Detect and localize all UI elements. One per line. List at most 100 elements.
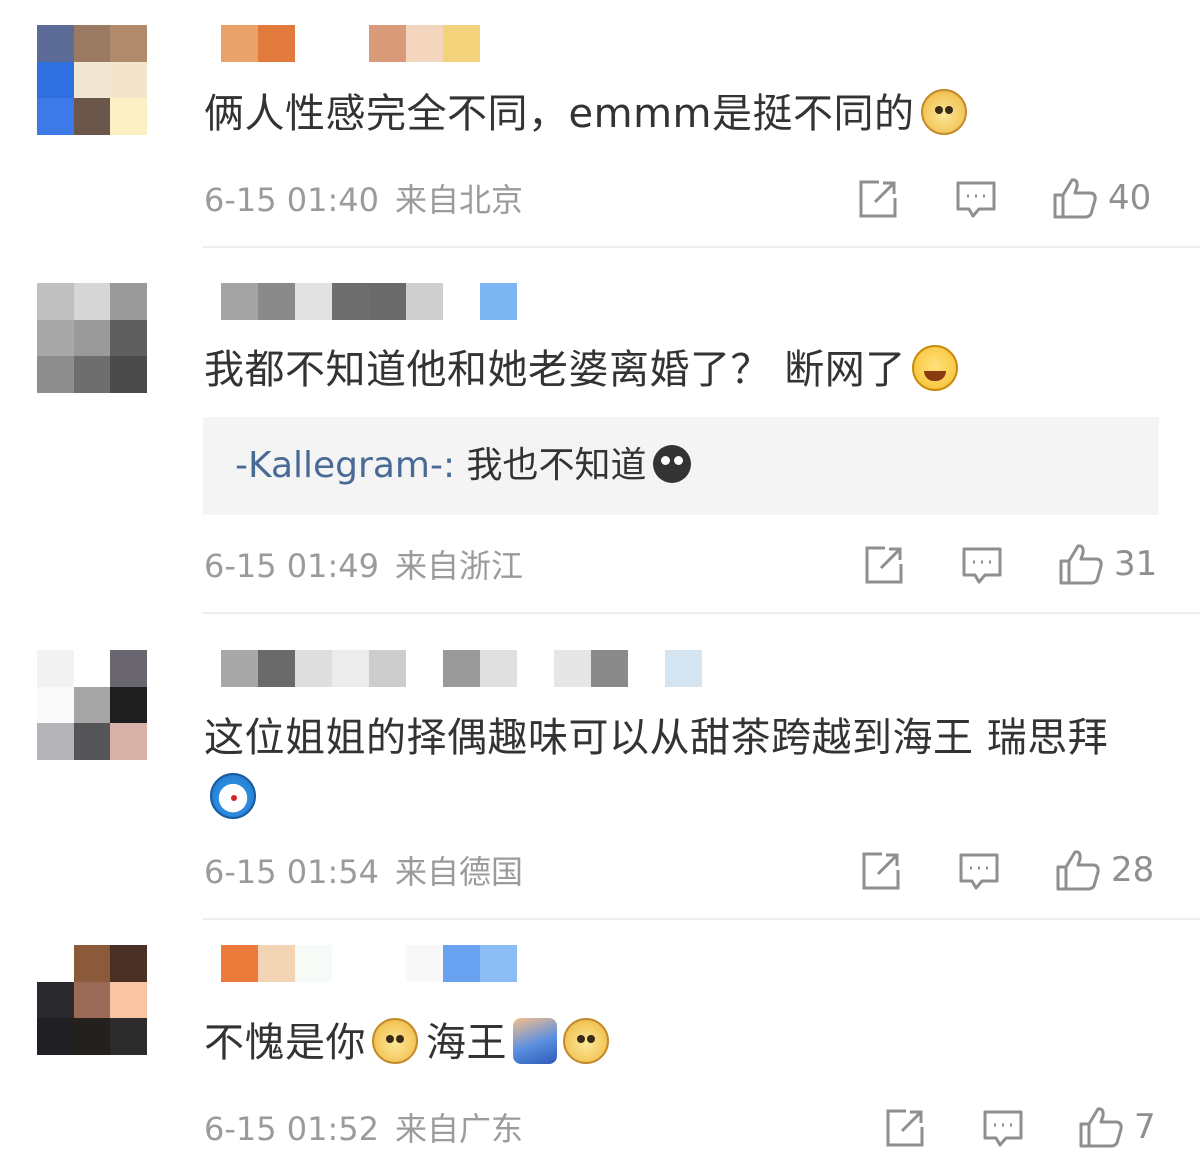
username-pixel [480, 650, 517, 687]
avatar[interactable] [37, 650, 147, 760]
username-pixel [554, 650, 591, 687]
avatar-pixel [73, 945, 111, 982]
username-blurred[interactable] [221, 650, 702, 687]
doge-icon [563, 1018, 609, 1064]
username-pixel [443, 650, 480, 687]
reply-text: 我也不知道 [466, 445, 647, 486]
like-button[interactable]: 28 [1055, 848, 1154, 892]
location: 来自北京 [395, 181, 524, 219]
divider [203, 612, 1200, 614]
avatar-pixel [37, 61, 74, 99]
avatar-pixel [37, 319, 74, 357]
username-pixel [517, 650, 554, 687]
username-pixel [443, 945, 480, 982]
avatar-pixel [110, 283, 147, 320]
avatar-pixel [110, 723, 147, 760]
doge-icon [920, 89, 967, 135]
mermaid-icon [513, 1018, 557, 1064]
avatar-pixel [37, 356, 74, 393]
reply-button[interactable] [955, 180, 997, 220]
username-pixel [221, 283, 258, 320]
username-pixel [332, 650, 369, 687]
location: 来自德国 [395, 853, 524, 891]
share-button[interactable] [857, 178, 899, 220]
timestamp: 6-15 01:49 [204, 547, 380, 585]
avatar-pixel [110, 319, 147, 357]
like-count: 7 [1134, 1107, 1156, 1147]
username-pixel [406, 25, 443, 62]
username-blurred[interactable] [221, 283, 517, 320]
share-icon [859, 180, 897, 218]
like-count: 28 [1111, 850, 1155, 890]
username-blurred[interactable] [221, 25, 480, 62]
avatar-pixel [110, 61, 147, 99]
comment-text: 我都不知道他和她老婆离婚了？ 断网了 [204, 340, 1164, 400]
comment-text: 不愧是你 海王 [204, 1013, 1164, 1073]
avatar-pixel [73, 686, 111, 724]
comment-icon [962, 547, 1002, 584]
thumbs-up-icon [1059, 544, 1103, 585]
username-pixel [369, 25, 406, 62]
reply-button[interactable] [961, 546, 1003, 586]
avatar-pixel [37, 1018, 74, 1055]
share-icon [862, 852, 900, 890]
username-pixel [258, 25, 295, 62]
avatar-pixel [37, 723, 74, 760]
avatar-pixel [37, 25, 74, 62]
like-count: 31 [1114, 544, 1158, 584]
avatar-pixel [110, 650, 147, 687]
comment-icon [959, 853, 999, 890]
divider [203, 246, 1200, 248]
username-pixel [628, 650, 665, 687]
username-pixel [332, 25, 369, 62]
username-pixel [295, 25, 332, 62]
doraemon-icon [210, 773, 256, 819]
divider [203, 918, 1200, 920]
avatar-pixel [37, 650, 74, 687]
comment-icon [956, 181, 996, 218]
avatar-pixel [73, 25, 111, 62]
comment-meta: 6-15 01:49 来自浙江 [204, 546, 523, 586]
username-pixel [295, 650, 332, 687]
like-button[interactable]: 7 [1078, 1105, 1156, 1149]
thumbs-up-icon [1053, 178, 1097, 219]
username-pixel [258, 283, 295, 320]
avatar-pixel [110, 981, 147, 1019]
doge-icon [372, 1018, 418, 1064]
share-button[interactable] [884, 1107, 926, 1149]
reply-button[interactable] [958, 852, 1000, 892]
reply-button[interactable] [982, 1109, 1024, 1149]
comment-meta: 6-15 01:40 来自北京 [204, 180, 523, 220]
reply-quote[interactable]: -Kallegram-: 我也不知道 [203, 417, 1159, 515]
avatar-pixel [73, 981, 111, 1019]
location: 来自广东 [395, 1110, 524, 1148]
username-pixel [295, 945, 332, 982]
username-pixel [369, 283, 406, 320]
avatar[interactable] [37, 945, 147, 1055]
share-button[interactable] [860, 850, 902, 892]
reply-username[interactable]: -Kallegram- [235, 445, 443, 486]
like-count: 40 [1108, 178, 1152, 218]
avatar-pixel [110, 25, 147, 62]
username-pixel [221, 25, 258, 62]
avatar-pixel [110, 686, 147, 724]
avatar-pixel [73, 356, 111, 393]
username-blurred[interactable] [221, 945, 517, 982]
username-pixel [369, 945, 406, 982]
share-button[interactable] [863, 544, 905, 586]
avatar[interactable] [37, 25, 147, 135]
avatar[interactable] [37, 283, 147, 393]
like-button[interactable]: 31 [1058, 542, 1157, 586]
timestamp: 6-15 01:52 [204, 1110, 380, 1148]
avatar-pixel [37, 686, 74, 724]
like-button[interactable]: 40 [1052, 176, 1151, 220]
timestamp: 6-15 01:40 [204, 181, 380, 219]
username-pixel [332, 283, 369, 320]
thumbs-up-icon [1056, 850, 1100, 891]
location: 来自浙江 [395, 547, 524, 585]
share-icon [865, 546, 903, 584]
avatar-pixel [37, 98, 74, 135]
avatar-pixel [73, 319, 111, 357]
comment-meta: 6-15 01:54 来自德国 [204, 852, 523, 892]
username-pixel [221, 650, 258, 687]
